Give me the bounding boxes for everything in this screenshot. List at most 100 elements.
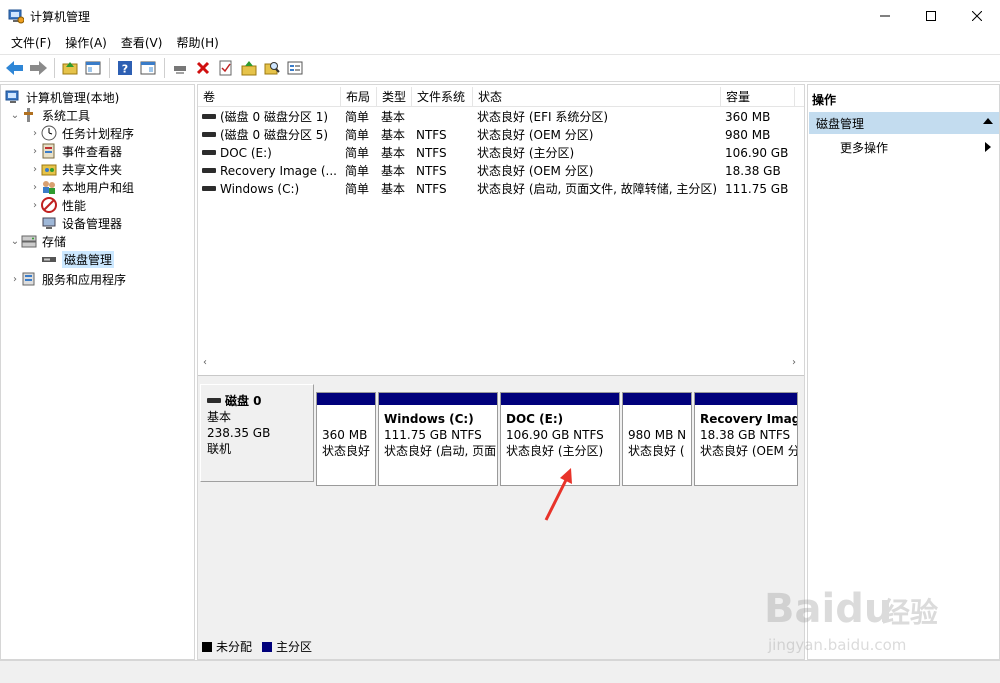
expand-chevron-icon[interactable]: › [29, 128, 41, 139]
show-hide-tree-button[interactable] [82, 57, 104, 79]
collapse-chevron-icon[interactable]: ⌄ [9, 236, 21, 247]
tree-label: 系统工具 [42, 108, 91, 123]
partition-size: 360 MB [322, 428, 368, 442]
maximize-button[interactable] [908, 0, 954, 32]
search-button[interactable] [261, 57, 283, 79]
volume-filesystem [412, 108, 473, 126]
back-button[interactable] [4, 57, 26, 79]
partition-oem[interactable]: 980 MB N 状态良好 ( [622, 392, 692, 486]
tree-item-local-users-groups[interactable]: › 本地用户和组 [29, 178, 134, 196]
actions-section-disk-management[interactable]: 磁盘管理 [809, 112, 999, 134]
volume-status: 状态良好 (OEM 分区) [477, 128, 594, 142]
partition-status: 状态良好 (主分区) [506, 444, 604, 458]
tree-label: 共享文件夹 [62, 162, 123, 177]
volume-list-header: 卷 布局 类型 文件系统 状态 容量 [198, 87, 804, 107]
tree-item-task-scheduler[interactable]: › 任务计划程序 [29, 124, 134, 142]
volume-layout: 简单 [345, 146, 370, 160]
partition-title [322, 411, 370, 427]
horizontal-scrollbar[interactable]: ‹ › [198, 355, 804, 372]
tree-item-device-manager[interactable]: 设备管理器 [29, 214, 122, 232]
volume-capacity: 18.38 GB [725, 164, 781, 178]
connect-drive-button[interactable] [169, 57, 191, 79]
partition-windows-c[interactable]: Windows (C:) 111.75 GB NTFS 状态良好 (启动, 页面 [378, 392, 498, 486]
tree-item-services-applications[interactable]: › 服务和应用程序 [9, 270, 126, 288]
volume-layout: 简单 [345, 128, 370, 142]
users-icon [41, 179, 57, 195]
close-button[interactable] [954, 0, 1000, 32]
tree-label: 计算机管理(本地) [26, 90, 120, 105]
volume-filesystem: NTFS [416, 182, 447, 196]
volume-status: 状态良好 (EFI 系统分区) [477, 110, 609, 124]
expand-chevron-icon[interactable]: › [29, 200, 41, 211]
column-header-status[interactable]: 状态 [473, 87, 721, 107]
expand-chevron-icon[interactable]: › [29, 164, 41, 175]
console-tree-icon [85, 61, 101, 75]
minimize-button[interactable] [862, 0, 908, 32]
status-bar [0, 660, 1000, 683]
help-icon: ? [118, 61, 132, 76]
import-button[interactable] [238, 57, 260, 79]
volume-row[interactable]: (磁盘 0 磁盘分区 1) 简单 基本 状态良好 (EFI 系统分区) 360 … [198, 108, 804, 126]
volume-filesystem: NTFS [416, 128, 447, 142]
system-tools-icon [21, 107, 37, 123]
partition-title: DOC (E:) [506, 412, 564, 426]
volume-name: (磁盘 0 磁盘分区 5) [220, 128, 329, 142]
volume-name: (磁盘 0 磁盘分区 1) [220, 110, 329, 124]
menu-help[interactable]: 帮助(H) [169, 32, 225, 54]
partition-efi[interactable]: 360 MB 状态良好 [316, 392, 376, 486]
column-header-capacity[interactable]: 容量 [721, 87, 795, 107]
column-header-volume[interactable]: 卷 [198, 87, 341, 107]
disk-graphical-view: 磁盘 0 基本 238.35 GB 联机 360 MB 状态良好 Windows… [198, 375, 804, 659]
event-viewer-icon [41, 143, 57, 159]
view-button[interactable] [284, 57, 306, 79]
tree-label: 本地用户和组 [62, 180, 135, 195]
expand-chevron-icon[interactable]: › [29, 182, 41, 193]
forward-button[interactable] [27, 57, 49, 79]
menu-action[interactable]: 操作(A) [58, 32, 114, 54]
volume-row[interactable]: Windows (C:) 简单 基本 NTFS 状态良好 (启动, 页面文件, … [198, 180, 804, 198]
tree-label: 性能 [62, 198, 87, 213]
disk-size: 238.35 GB [207, 426, 271, 440]
maximize-icon [926, 11, 936, 21]
tree-item-disk-management[interactable]: 磁盘管理 [29, 250, 115, 268]
help-button[interactable]: ? [114, 57, 136, 79]
more-actions-item[interactable]: 更多操作 [840, 139, 888, 156]
tree-item-computer-management[interactable]: 计算机管理(本地) [5, 88, 119, 106]
tree-item-event-viewer[interactable]: › 事件查看器 [29, 142, 122, 160]
submenu-arrow-icon[interactable] [985, 142, 991, 152]
computer-management-app-icon [8, 8, 25, 24]
tree-label: 服务和应用程序 [42, 272, 127, 287]
delete-button[interactable] [192, 57, 214, 79]
volume-row[interactable]: DOC (E:) 简单 基本 NTFS 状态良好 (主分区) 106.90 GB [198, 144, 804, 162]
properties-button[interactable] [215, 57, 237, 79]
expand-chevron-icon[interactable]: › [29, 146, 41, 157]
volume-type: 基本 [381, 146, 406, 160]
partition-size: 111.75 GB NTFS [384, 428, 482, 442]
tree-item-performance[interactable]: › 性能 [29, 196, 86, 214]
show-action-pane-button[interactable] [137, 57, 159, 79]
tree-item-storage[interactable]: ⌄ 存储 [9, 232, 66, 250]
expand-chevron-icon[interactable]: › [9, 274, 21, 285]
tree-label: 存储 [42, 234, 67, 249]
menu-file[interactable]: 文件(F) [4, 32, 58, 54]
menu-view[interactable]: 查看(V) [114, 32, 170, 54]
volume-row[interactable]: Recovery Image (... 简单 基本 NTFS 状态良好 (OEM… [198, 162, 804, 180]
disk-name: 磁盘 0 [225, 394, 262, 408]
partition-recovery[interactable]: Recovery Imag 18.38 GB NTFS 状态良好 (OEM 分 [694, 392, 798, 486]
disk-icon [41, 251, 57, 267]
collapse-chevron-icon[interactable]: ⌄ [9, 110, 21, 121]
actions-section-label: 磁盘管理 [816, 116, 865, 131]
tree-item-shared-folders[interactable]: › 共享文件夹 [29, 160, 122, 178]
volume-status: 状态良好 (启动, 页面文件, 故障转储, 主分区) [477, 182, 718, 196]
disk-0-label[interactable]: 磁盘 0 基本 238.35 GB 联机 [200, 384, 314, 482]
column-header-type[interactable]: 类型 [377, 87, 412, 107]
up-level-button[interactable] [59, 57, 81, 79]
column-header-layout[interactable]: 布局 [341, 87, 377, 107]
scroll-right-arrow-icon[interactable]: › [792, 357, 796, 368]
collapse-triangle-icon[interactable] [983, 118, 993, 124]
tree-item-system-tools[interactable]: ⌄ 系统工具 [9, 106, 90, 124]
close-icon [972, 11, 982, 21]
column-header-filesystem[interactable]: 文件系统 [412, 87, 473, 107]
volume-row[interactable]: (磁盘 0 磁盘分区 5) 简单 基本 NTFS 状态良好 (OEM 分区) 9… [198, 126, 804, 144]
scroll-left-arrow-icon[interactable]: ‹ [203, 357, 207, 368]
